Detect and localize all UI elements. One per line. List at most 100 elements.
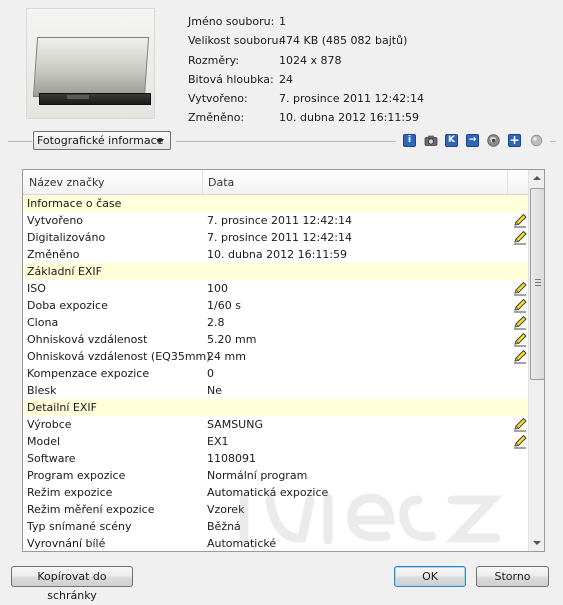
- tag-value-cell: 7. prosince 2011 12:42:14: [207, 231, 352, 244]
- table-row[interactable]: Model EX1: [23, 433, 528, 450]
- tag-value-cell: 10. dubna 2012 16:11:59: [207, 248, 348, 261]
- table-row[interactable]: Vytvořeno 7. prosince 2011 12:42:14: [23, 212, 528, 229]
- scrollbar-thumb[interactable]: [530, 188, 544, 380]
- file-info-row: Bitová hloubka: 24: [188, 70, 424, 89]
- table-row[interactable]: Doba expozice 1/60 s: [23, 297, 528, 314]
- info-label: Rozměry:: [188, 53, 240, 67]
- info-label: Jméno souboru:: [188, 15, 275, 28]
- copy-to-clipboard-button[interactable]: Kopírovat do schránky: [11, 566, 133, 602]
- table-row[interactable]: Ohnisková vzdálenost 5.20 mm: [23, 331, 528, 348]
- info-value: 7. prosince 2011 12:42:14: [279, 92, 424, 106]
- file-info-row: Velikost souboru:474 KB (485 082 bajtů): [188, 31, 424, 50]
- arrow-right-icon[interactable]: →: [466, 134, 479, 147]
- tag-value-cell: 1/60 s: [207, 299, 241, 312]
- tag-name-cell: ISO: [27, 282, 46, 295]
- image-thumbnail: [26, 8, 155, 119]
- file-info-row: Rozměry: 1024 x 878: [188, 51, 424, 70]
- pencil-edit-icon[interactable]: [512, 315, 528, 330]
- gray-circle-icon[interactable]: [530, 134, 543, 147]
- table-header: Název značky Data: [23, 170, 528, 195]
- table-row[interactable]: Kompenzace expozice 0: [23, 365, 528, 382]
- table-row[interactable]: Změněno 10. dubna 2012 16:11:59: [23, 246, 528, 263]
- tag-name-cell: Typ snímané scény: [27, 520, 132, 533]
- info-label: Bitová hloubka:: [188, 72, 274, 86]
- tag-value-cell: 2.8: [207, 316, 225, 329]
- tag-name-cell: Blesk: [27, 384, 57, 397]
- file-info-row: Změněno: 10. dubna 2012 16:11:59: [188, 108, 424, 127]
- tag-value-cell: 24 mm: [207, 350, 246, 363]
- tag-name-cell: Výrobce: [27, 418, 72, 431]
- table-group-row[interactable]: Detailní EXIF: [23, 399, 528, 416]
- table-row[interactable]: Výrobce SAMSUNG: [23, 416, 528, 433]
- tag-name-cell: Kompenzace expozice: [27, 367, 150, 380]
- info-value: 10. dubna 2012 16:11:59: [279, 111, 420, 125]
- pencil-edit-icon[interactable]: [512, 298, 528, 313]
- table-group-row[interactable]: Informace o čase: [23, 195, 528, 212]
- tag-name-cell: Základní EXIF: [27, 265, 103, 278]
- info-value: 474 KB (485 082 bajtů): [279, 34, 408, 48]
- tag-value-cell: 0: [207, 367, 214, 380]
- info-label: Vytvořeno:: [188, 92, 248, 106]
- tag-value-cell: Ne: [207, 384, 222, 397]
- tag-name-cell: Program expozice: [27, 469, 126, 482]
- divider: [176, 141, 396, 142]
- column-header-tag-name[interactable]: Název značky: [23, 170, 203, 194]
- pencil-edit-icon[interactable]: [512, 281, 528, 296]
- tag-value-cell: 5.20 mm: [207, 333, 257, 346]
- dropdown-value: Fotografické informace: [37, 134, 164, 147]
- file-info-row: Jméno souboru: 1: [188, 12, 424, 31]
- tag-name-cell: Detailní EXIF: [27, 401, 97, 414]
- info-icon[interactable]: i: [403, 134, 416, 147]
- table-row[interactable]: Digitalizováno 7. prosince 2011 12:42:14: [23, 229, 528, 246]
- tag-name-cell: Digitalizováno: [27, 231, 106, 244]
- info-value: 24: [279, 72, 293, 86]
- scroll-up-arrow-icon[interactable]: [529, 170, 544, 187]
- pencil-edit-icon[interactable]: [512, 349, 528, 364]
- tag-name-cell: Vytvořeno: [27, 214, 84, 227]
- divider: [8, 141, 32, 142]
- ok-button[interactable]: OK: [394, 566, 466, 587]
- tag-name-cell: Režim expozice: [27, 486, 113, 499]
- cancel-button[interactable]: Storno: [476, 566, 549, 587]
- column-header-data[interactable]: Data: [203, 170, 508, 194]
- pencil-edit-icon[interactable]: [512, 434, 528, 449]
- globe-icon[interactable]: [487, 134, 500, 147]
- k-icon[interactable]: K: [445, 134, 458, 147]
- tag-name-cell: Software: [27, 452, 76, 465]
- info-value: 1: [279, 15, 286, 28]
- pencil-edit-icon[interactable]: [512, 332, 528, 347]
- info-type-dropdown[interactable]: Fotografické informace: [33, 131, 171, 150]
- tag-name-cell: Změněno: [27, 248, 80, 261]
- tag-value-cell: EX1: [207, 435, 229, 448]
- table-group-row[interactable]: Základní EXIF: [23, 263, 528, 280]
- tag-name-cell: Model: [27, 435, 61, 448]
- watermark-logo: [239, 493, 503, 545]
- pencil-edit-icon[interactable]: [512, 213, 528, 228]
- table-row[interactable]: Clona 2.8: [23, 314, 528, 331]
- info-label: Změněno:: [188, 111, 245, 125]
- tag-value-cell: 1108091: [207, 452, 256, 465]
- table-row[interactable]: Software 1108091: [23, 450, 528, 467]
- table-row[interactable]: Ohnisková vzdálenost (EQ35mm) 24 mm: [23, 348, 528, 365]
- table-row[interactable]: ISO 100: [23, 280, 528, 297]
- tag-name-cell: Ohnisková vzdálenost: [27, 333, 148, 346]
- tag-value-cell: SAMSUNG: [207, 418, 263, 431]
- file-info-panel: Jméno souboru: 1 Velikost souboru:474 KB …: [188, 12, 424, 128]
- info-label: Velikost souboru:: [188, 34, 283, 48]
- tag-value-cell: 100: [207, 282, 228, 295]
- tag-name-cell: Režim měření expozice: [27, 503, 155, 516]
- plus-icon[interactable]: +: [508, 134, 521, 147]
- file-info-row: Vytvořeno: 7. prosince 2011 12:42:14: [188, 89, 424, 108]
- table-row[interactable]: Blesk Ne: [23, 382, 528, 399]
- tag-name-cell: Vyrovnání bílé: [27, 537, 106, 550]
- pencil-edit-icon[interactable]: [512, 417, 528, 432]
- camera-icon[interactable]: [424, 134, 438, 147]
- chevron-down-icon: [156, 139, 164, 143]
- pencil-edit-icon[interactable]: [512, 230, 528, 245]
- tag-value-cell: 7. prosince 2011 12:42:14: [207, 214, 352, 227]
- tag-name-cell: Doba expozice: [27, 299, 108, 312]
- tag-name-cell: Ohnisková vzdálenost (EQ35mm): [27, 350, 211, 363]
- divider: [550, 141, 556, 142]
- tag-name-cell: Clona: [27, 316, 59, 329]
- tag-name-cell: Informace o čase: [27, 197, 122, 210]
